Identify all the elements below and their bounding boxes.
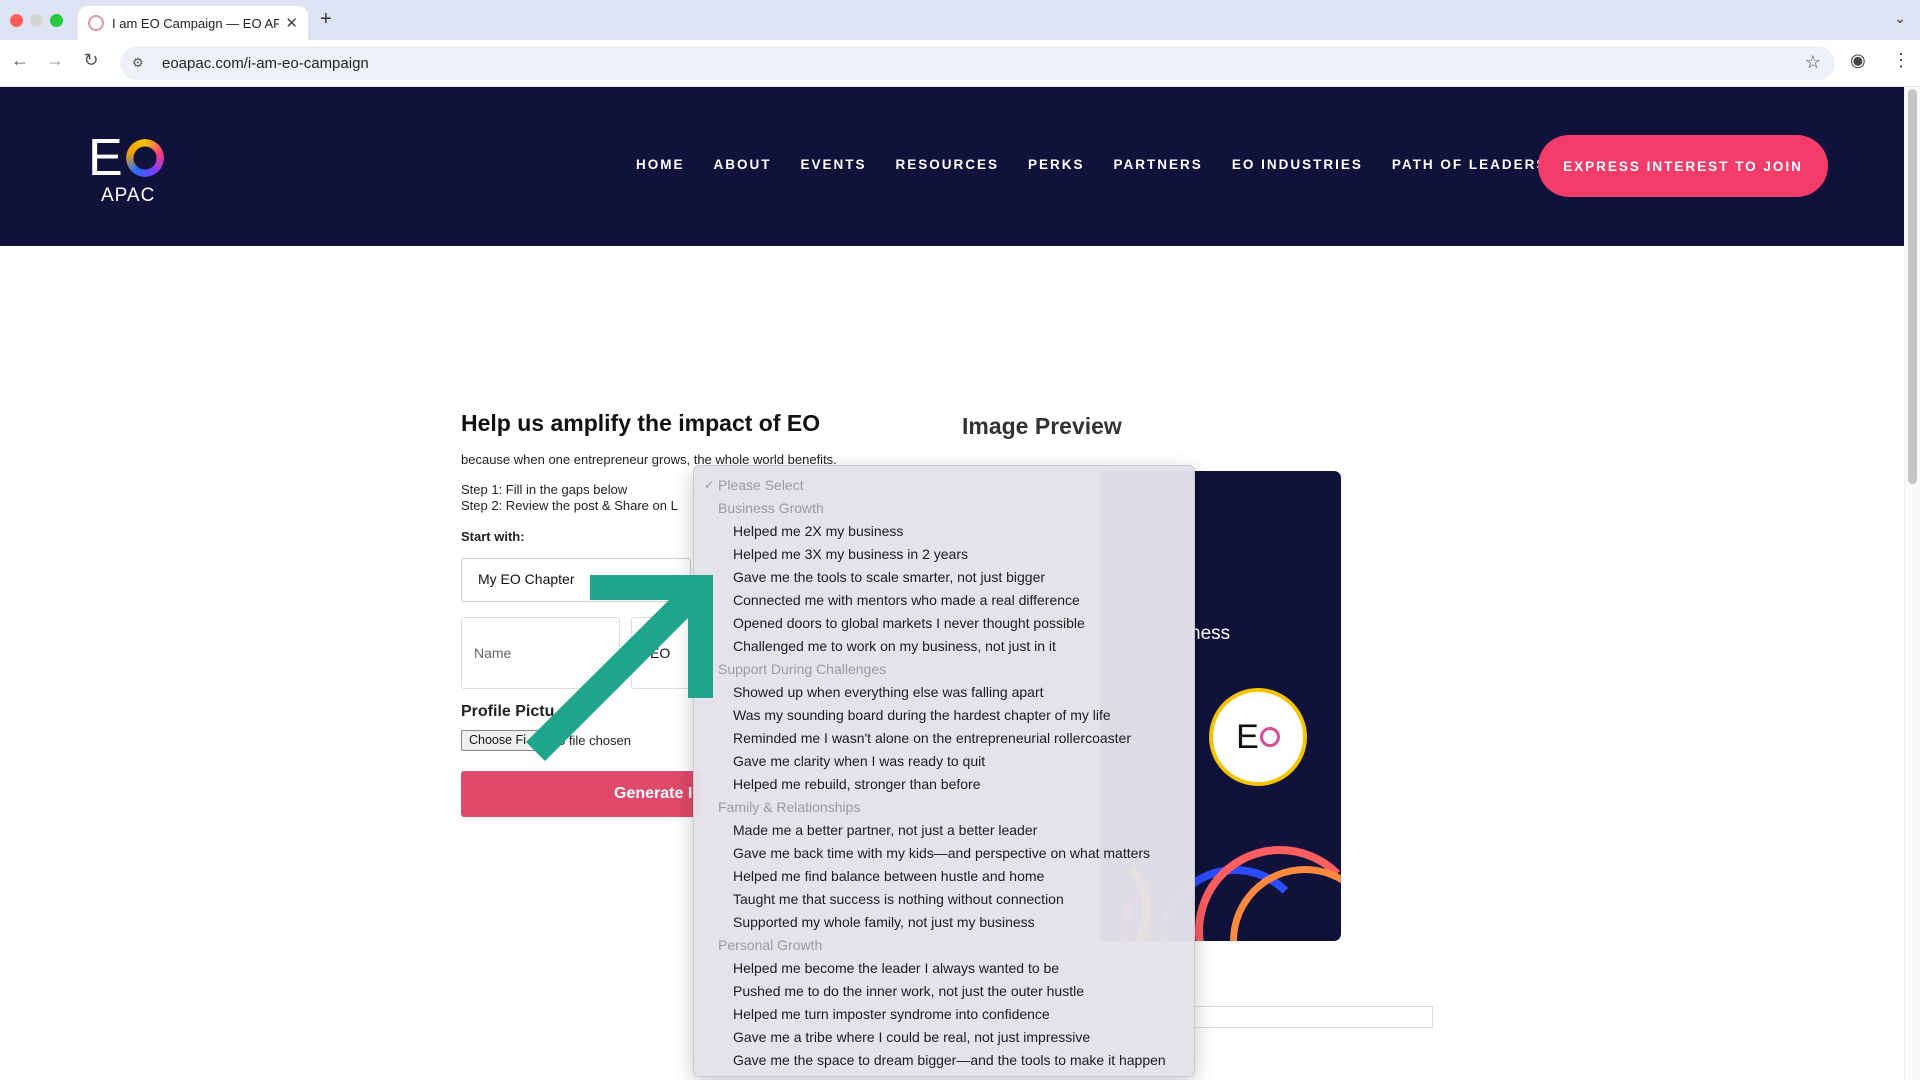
dropdown-option[interactable]: Made me a better partner, not just a bet…: [694, 819, 1194, 842]
form-heading: Help us amplify the impact of EO: [461, 410, 821, 436]
nav-partners[interactable]: PARTNERS: [1114, 157, 1203, 172]
preview-eo-badge: E: [1209, 688, 1307, 786]
dropdown-group-label: Business Growth: [718, 500, 824, 516]
start-with-label: Start with:: [461, 529, 525, 544]
browser-tab-bar: I am EO Campaign — EO APAC ✕ + ⌄: [0, 0, 1920, 40]
nav-perks[interactable]: PERKS: [1028, 157, 1085, 172]
express-interest-button[interactable]: EXPRESS INTEREST TO JOIN: [1538, 135, 1828, 197]
logo-ring-icon: [125, 139, 164, 177]
impact-dropdown-list[interactable]: ✓ Please Select Business Growth Helped me…: [693, 465, 1195, 1077]
dropdown-option[interactable]: Helped me 3X my business in 2 years: [694, 543, 1194, 566]
logo-sub: APAC: [101, 185, 156, 206]
dropdown-group-label: Personal Growth: [718, 937, 823, 953]
generate-image-button[interactable]: Generate I: [461, 771, 701, 817]
nav-resources[interactable]: RESOURCES: [896, 157, 1000, 172]
dropdown-option[interactable]: Gave me the space to dream bigger—and th…: [694, 1049, 1194, 1072]
preview-card-text: ness: [1190, 623, 1231, 644]
page-scrollbar[interactable]: [1904, 87, 1920, 1080]
main-nav: HOME ABOUT EVENTS RESOURCES PERKS PARTNE…: [636, 157, 1605, 172]
name-input[interactable]: Name: [461, 617, 620, 689]
dropdown-option[interactable]: Helped me turn imposter syndrome into co…: [694, 1003, 1194, 1026]
eo-apac-logo[interactable]: E APAC: [88, 129, 164, 207]
dropdown-option-selected[interactable]: ✓ Please Select: [694, 474, 1194, 497]
back-arrow-icon[interactable]: ←: [8, 50, 32, 71]
dropdown-option[interactable]: Connected me with mentors who made a rea…: [694, 589, 1194, 612]
nav-eo-industries[interactable]: EO INDUSTRIES: [1232, 157, 1363, 172]
dropdown-option[interactable]: Gave me a tribe where I could be real, n…: [694, 1026, 1194, 1049]
profile-picture-label: Profile Pictu: [461, 703, 555, 720]
step-2-text: Step 2: Review the post & Share on L: [461, 498, 678, 513]
selected-option-label: Please Select: [718, 477, 804, 493]
preview-heading: Image Preview: [962, 413, 1122, 439]
dropdown-option[interactable]: Gave me clarity when I was ready to quit: [694, 750, 1194, 773]
step-1-text: Step 1: Fill in the gaps below: [461, 482, 628, 497]
browser-toolbar: ← → ↻ ⚙ eoapac.com/i-am-eo-campaign ☆ ◉ …: [0, 40, 1920, 87]
badge-letter: E: [1236, 717, 1259, 756]
new-tab-icon[interactable]: +: [320, 8, 332, 31]
dropdown-option[interactable]: Helped me rebuild, stronger than before: [694, 773, 1194, 796]
nav-events[interactable]: EVENTS: [801, 157, 867, 172]
dropdown-group-label: Support During Challenges: [718, 661, 887, 677]
dropdown-option[interactable]: Was my sounding board during the hardest…: [694, 704, 1194, 727]
site-header: E APAC HOME ABOUT EVENTS RESOURCES PERKS…: [0, 87, 1904, 246]
profile-icon[interactable]: ◉: [1850, 50, 1866, 71]
url-text: eoapac.com/i-am-eo-campaign: [162, 54, 369, 72]
choose-file-button[interactable]: Choose Fi: [461, 730, 553, 751]
dropdown-option[interactable]: Pushed me to do the inner work, not just…: [694, 980, 1194, 1003]
scrollbar-thumb[interactable]: [1908, 89, 1917, 484]
nav-home[interactable]: HOME: [636, 157, 685, 172]
tab-search-chevron-icon[interactable]: ⌄: [1894, 10, 1906, 27]
logo-letter: E: [88, 129, 124, 187]
forward-arrow-icon[interactable]: →: [43, 50, 67, 71]
dropdown-group-label: Family & Relationships: [718, 799, 861, 815]
bookmark-star-icon[interactable]: ☆: [1805, 52, 1821, 73]
favicon-icon: [88, 15, 104, 31]
dropdown-option[interactable]: Challenged me to work on my business, no…: [694, 635, 1194, 658]
dropdown-option[interactable]: Helped me 2X my business: [694, 520, 1194, 543]
site-settings-icon[interactable]: ⚙: [132, 55, 148, 71]
dropdown-option[interactable]: Showed up when everything else was falli…: [694, 681, 1194, 704]
dropdown-option[interactable]: Gave me back time with my kids—and persp…: [694, 842, 1194, 865]
menu-dots-icon[interactable]: ⋮: [1892, 50, 1910, 71]
address-bar[interactable]: ⚙ eoapac.com/i-am-eo-campaign ☆: [120, 46, 1835, 80]
dropdown-option[interactable]: Reminded me I wasn't alone on the entrep…: [694, 727, 1194, 750]
preview-caption-field[interactable]: [1190, 1006, 1433, 1028]
dropdown-option[interactable]: Helped me become the leader I always wan…: [694, 957, 1194, 980]
tab-title: I am EO Campaign — EO APAC: [112, 15, 280, 31]
badge-ring-icon: [1259, 727, 1280, 747]
dropdown-option[interactable]: Taught me that success is nothing withou…: [694, 888, 1194, 911]
file-status-text: o file chosen: [558, 733, 631, 748]
chapter-select[interactable]: My EO Chapter: [461, 558, 691, 602]
generate-button-label: Generate I: [614, 785, 693, 802]
window-close-control[interactable]: [10, 14, 23, 27]
dropdown-option[interactable]: Helped me find balance between hustle an…: [694, 865, 1194, 888]
nav-about[interactable]: ABOUT: [714, 157, 772, 172]
window-maximize-control[interactable]: [50, 14, 63, 27]
reload-icon[interactable]: ↻: [79, 50, 103, 71]
browser-tab[interactable]: I am EO Campaign — EO APAC ✕: [78, 6, 308, 40]
dropdown-option[interactable]: Opened doors to global markets I never t…: [694, 612, 1194, 635]
dropdown-option[interactable]: Gave me the tools to scale smarter, not …: [694, 566, 1194, 589]
dropdown-option[interactable]: Supported my whole family, not just my b…: [694, 911, 1194, 934]
checkmark-icon: ✓: [704, 478, 715, 492]
window-minimize-control[interactable]: [30, 14, 43, 27]
close-tab-icon[interactable]: ✕: [285, 14, 298, 32]
